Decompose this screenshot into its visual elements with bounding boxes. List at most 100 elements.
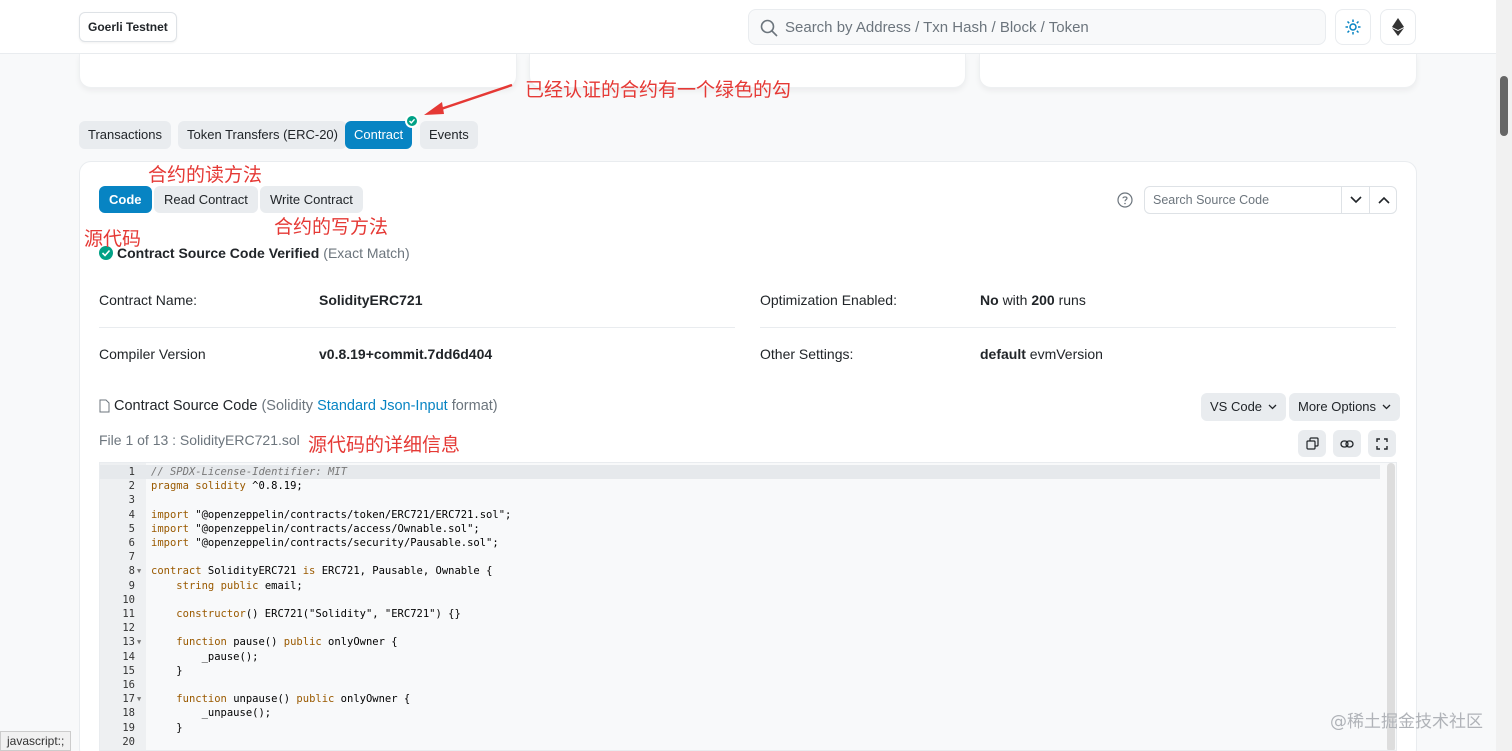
compiler-label: Compiler Version bbox=[99, 346, 206, 362]
tab-events[interactable]: Events bbox=[420, 121, 478, 149]
verified-note: (Exact Match) bbox=[323, 245, 410, 261]
chevron-down-icon bbox=[1349, 196, 1362, 204]
copy-button[interactable] bbox=[1298, 430, 1326, 457]
annotation-arrow bbox=[424, 83, 513, 115]
network-badge[interactable]: Goerli Testnet bbox=[79, 12, 177, 42]
line-number: 15 bbox=[122, 664, 135, 677]
link-icon bbox=[1340, 439, 1354, 448]
line-number: 9 bbox=[128, 579, 135, 592]
theme-toggle-button[interactable] bbox=[1335, 9, 1371, 45]
help-icon[interactable] bbox=[1117, 192, 1133, 208]
subtab-read-contract[interactable]: Read Contract bbox=[154, 186, 258, 213]
line-number: 3 bbox=[128, 494, 135, 507]
subtab-write-contract[interactable]: Write Contract bbox=[260, 186, 363, 213]
code-text: import "@openzeppelin/contracts/security… bbox=[151, 537, 499, 549]
code-text: _pause(); bbox=[151, 650, 259, 663]
code-text: constructor() ERC721("Solidity", "ERC721… bbox=[176, 608, 461, 620]
multichain-card bbox=[979, 54, 1417, 88]
code-text: pragma solidity ^0.8.19; bbox=[151, 480, 303, 493]
line-number: 17 bbox=[122, 693, 135, 706]
divider bbox=[760, 327, 1396, 328]
fold-toggle-icon[interactable]: ▼ bbox=[137, 635, 141, 649]
code-line: 3 bbox=[100, 493, 1380, 507]
search-box[interactable] bbox=[748, 9, 1326, 45]
line-number: 7 bbox=[128, 551, 135, 564]
code-text: function pause() public onlyOwner { bbox=[176, 636, 398, 649]
code-line: 9 string public email; bbox=[100, 579, 1380, 593]
copy-icon bbox=[1305, 437, 1319, 450]
code-line: 16 bbox=[100, 678, 1380, 692]
search-input[interactable] bbox=[785, 10, 1315, 44]
annotation-read-method: 合约的读方法 bbox=[148, 164, 263, 186]
line-number: 11 bbox=[122, 608, 135, 620]
code-text: import "@openzeppelin/contracts/token/ER… bbox=[151, 508, 512, 521]
line-number: 1 bbox=[128, 466, 135, 478]
code-line: 2 pragma solidity ^0.8.19; bbox=[100, 479, 1380, 493]
line-number: 13 bbox=[122, 636, 135, 649]
tab-transactions[interactable]: Transactions bbox=[79, 121, 171, 149]
file-icon bbox=[99, 399, 110, 413]
line-number: 14 bbox=[122, 650, 135, 663]
ethereum-icon bbox=[1392, 18, 1404, 36]
code-line: 14 _pause(); bbox=[100, 650, 1380, 664]
line-number: 8 bbox=[128, 565, 135, 578]
code-editor[interactable]: 1 // SPDX-License-Identifier: MIT 2 pragma … bbox=[99, 462, 1397, 751]
permalink-button[interactable] bbox=[1333, 430, 1361, 457]
other-settings-value: default evmVersion bbox=[980, 346, 1103, 362]
more-options-dropdown-button[interactable]: More Options bbox=[1289, 393, 1401, 421]
search-prev-button[interactable] bbox=[1369, 187, 1397, 213]
code-line: 6 import "@openzeppelin/contracts/securit… bbox=[100, 536, 1380, 550]
line-number: 20 bbox=[122, 735, 135, 748]
vscode-dropdown-button[interactable]: VS Code bbox=[1201, 393, 1287, 421]
code-text: import "@openzeppelin/contracts/access/O… bbox=[151, 522, 480, 535]
tab-token-transfers[interactable]: Token Transfers (ERC-20) bbox=[178, 121, 347, 149]
code-line: 5 import "@openzeppelin/contracts/access/… bbox=[100, 522, 1380, 536]
annotation-verified-tab: 已经认证的合约有一个绿色的勾 bbox=[525, 79, 792, 101]
line-number: 19 bbox=[122, 721, 135, 734]
annotation-source-code: 源代码 bbox=[84, 228, 142, 250]
fold-toggle-icon[interactable]: ▼ bbox=[137, 692, 141, 706]
source-search-input[interactable] bbox=[1153, 187, 1339, 213]
line-number: 12 bbox=[122, 622, 135, 635]
line-number: 10 bbox=[122, 593, 135, 606]
source-search-box[interactable] bbox=[1144, 186, 1397, 214]
code-line: 19 } bbox=[100, 721, 1380, 735]
code-line: 13 ▼ function pause() public onlyOwner { bbox=[100, 635, 1380, 649]
status-bar-url: javascript:; bbox=[0, 731, 72, 751]
tab-contract[interactable]: Contract bbox=[345, 121, 413, 149]
scroll-thumb[interactable] bbox=[1500, 76, 1508, 136]
code-line: 15 } bbox=[100, 664, 1380, 678]
source-code-title: Contract Source Code (Solidity Standard … bbox=[99, 398, 498, 414]
subtab-code[interactable]: Code bbox=[99, 186, 152, 213]
line-number: 5 bbox=[128, 522, 135, 535]
sun-icon bbox=[1345, 19, 1361, 35]
page-scrollbar[interactable] bbox=[1496, 0, 1512, 751]
code-text: contract SolidityERC721 is ERC721, Pausa… bbox=[151, 565, 493, 578]
code-line: 18 _unpause(); bbox=[100, 706, 1380, 720]
fullscreen-button[interactable] bbox=[1368, 430, 1396, 457]
code-text: string public email; bbox=[176, 579, 303, 592]
code-text: // SPDX-License-Identifier: MIT bbox=[151, 466, 347, 478]
network-menu-button[interactable] bbox=[1380, 9, 1416, 45]
code-line: 11 constructor() ERC721("Solidity", "ERC… bbox=[100, 607, 1380, 621]
search-next-button[interactable] bbox=[1341, 187, 1369, 213]
contract-name-label: Contract Name: bbox=[99, 292, 198, 308]
code-line: 4 import "@openzeppelin/contracts/token/E… bbox=[100, 508, 1380, 522]
contract-name-value: SolidityERC721 bbox=[319, 292, 423, 308]
annotation-write-method: 合约的写方法 bbox=[274, 216, 389, 238]
chevron-down-icon bbox=[1268, 404, 1277, 410]
code-line: 10 bbox=[100, 593, 1380, 607]
line-number: 4 bbox=[128, 508, 135, 521]
watermark: @稀土掘金技术社区 bbox=[1330, 712, 1483, 732]
code-line: 1 // SPDX-License-Identifier: MIT bbox=[100, 465, 1380, 480]
optimization-label: Optimization Enabled: bbox=[760, 292, 897, 308]
code-text: _unpause(); bbox=[151, 707, 272, 720]
annotation-source-detail: 源代码的详细信息 bbox=[308, 434, 461, 456]
code-text: } bbox=[151, 721, 183, 734]
code-line: 20 bbox=[100, 735, 1380, 749]
fold-toggle-icon[interactable]: ▼ bbox=[137, 564, 141, 578]
standard-json-link[interactable]: Standard Json-Input bbox=[317, 398, 448, 414]
chevron-down-icon bbox=[1382, 404, 1391, 410]
verified-check-icon bbox=[405, 114, 419, 128]
code-text: } bbox=[151, 664, 183, 677]
